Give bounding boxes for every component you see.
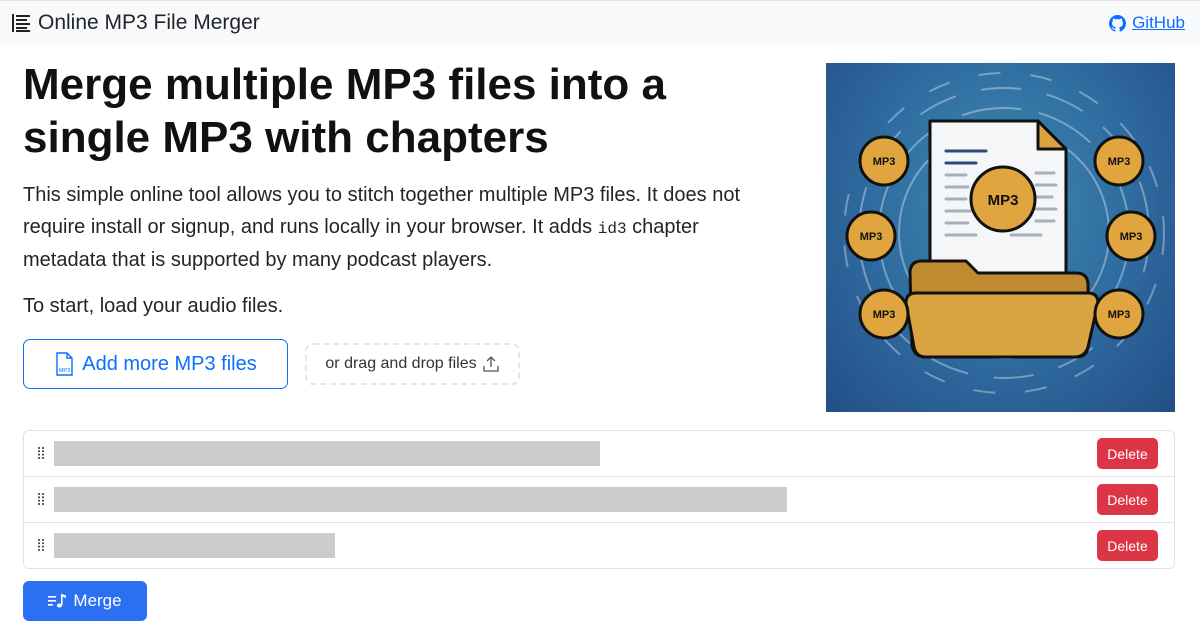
github-icon	[1109, 14, 1127, 32]
file-row[interactable]: Delete	[24, 477, 1174, 523]
mp3-center-badge: MP3	[969, 165, 1037, 233]
github-link[interactable]: GitHub	[1109, 13, 1185, 33]
add-mp3-files-button[interactable]: MP3 Add more MP3 files	[23, 339, 288, 389]
delete-button[interactable]: Delete	[1097, 530, 1158, 561]
brand[interactable]: Online MP3 File Merger	[11, 11, 260, 35]
file-row[interactable]: Delete	[24, 523, 1174, 568]
drag-handle-icon[interactable]	[37, 492, 45, 506]
hero-graphic: MP3 MP3 MP3 MP3 MP3 MP3 MP3	[843, 72, 1165, 394]
mp3-file-icon-text: MP3	[59, 368, 70, 374]
mp3-badge-label: MP3	[873, 156, 896, 168]
intro-text: This simple online tool allows you to st…	[23, 180, 783, 277]
file-name-redacted	[54, 487, 787, 512]
mp3-badge-label: MP3	[860, 231, 883, 243]
file-list: Delete Delete Delete	[23, 430, 1175, 569]
mp3-badge-label: MP3	[1108, 156, 1131, 168]
mp3-badge-label: MP3	[1120, 231, 1143, 243]
delete-button[interactable]: Delete	[1097, 438, 1158, 469]
app-title: Online MP3 File Merger	[38, 11, 260, 34]
hero-illustration: MP3 MP3 MP3 MP3 MP3 MP3 MP3	[826, 63, 1175, 412]
file-row[interactable]: Delete	[24, 431, 1174, 477]
mp3-badge-label: MP3	[1108, 309, 1131, 321]
file-name-redacted	[54, 441, 600, 466]
folder-icon	[904, 259, 1100, 359]
delete-button[interactable]: Delete	[1097, 484, 1158, 515]
file-name-redacted	[54, 533, 335, 558]
page-title: Merge multiple MP3 files into a single M…	[23, 60, 667, 162]
drop-zone[interactable]: or drag and drop files	[305, 343, 520, 385]
start-instruction: To start, load your audio files.	[23, 295, 284, 317]
navbar: Online MP3 File Merger GitHub	[0, 0, 1200, 45]
mp3-file-icon: MP3	[56, 352, 73, 376]
id3-code: id3	[597, 219, 627, 238]
mp3-center-label: MP3	[988, 192, 1019, 209]
mp3-badge-label: MP3	[873, 309, 896, 321]
drag-handle-icon[interactable]	[37, 446, 45, 460]
merge-label: Merge	[73, 591, 122, 610]
add-mp3-files-label: Add more MP3 files	[82, 352, 257, 375]
list-icon	[12, 14, 30, 32]
music-list-icon	[48, 594, 67, 608]
drag-handle-icon[interactable]	[37, 538, 45, 552]
drop-zone-label: or drag and drop files	[325, 355, 477, 372]
github-label: GitHub	[1132, 13, 1185, 32]
upload-icon	[482, 356, 499, 372]
merge-button[interactable]: Merge	[23, 581, 147, 621]
